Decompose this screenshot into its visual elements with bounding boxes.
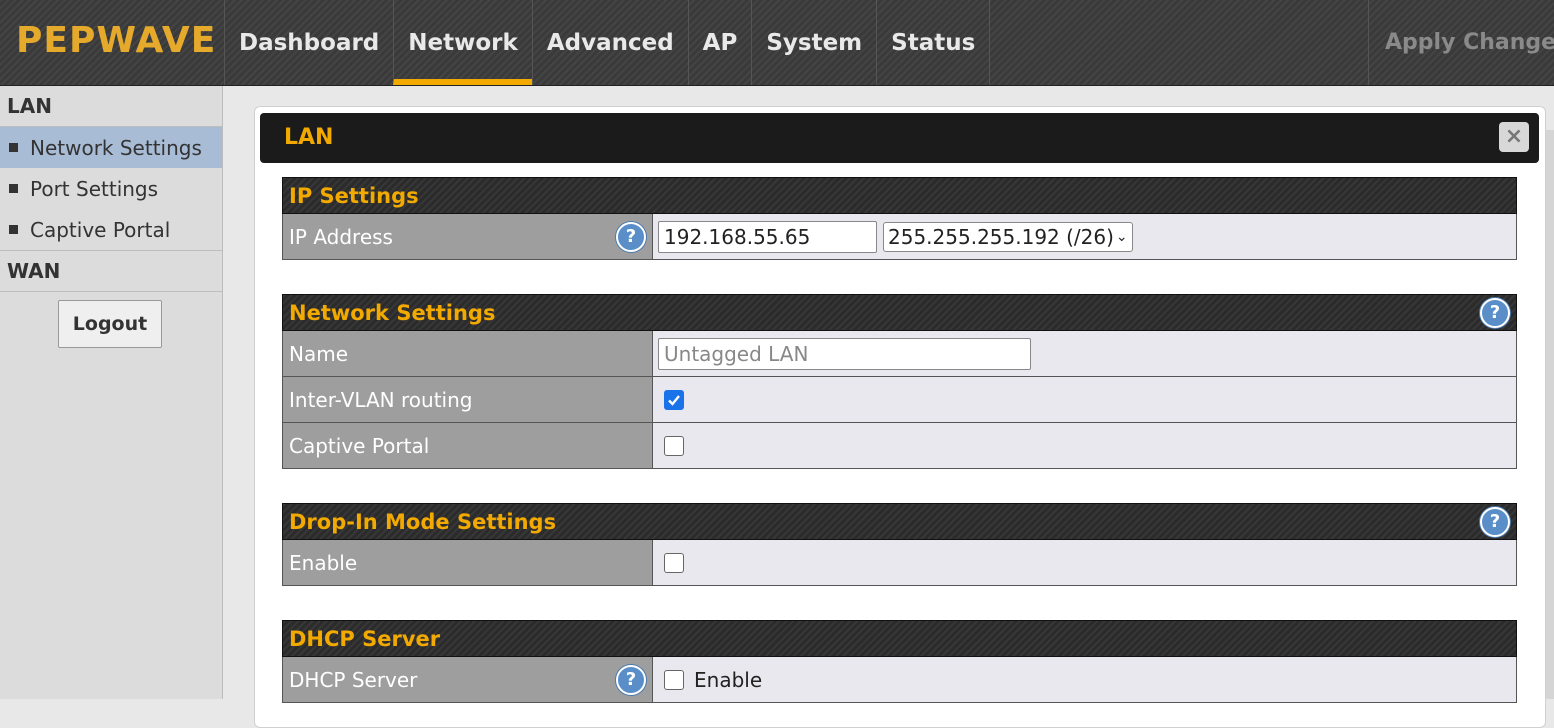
dhcp-server-value: Enable <box>653 657 1516 702</box>
section-heading: Drop-In Mode Settings ? <box>282 503 1517 540</box>
subnet-mask-value: 255.255.255.192 (/26) <box>888 224 1114 249</box>
chevron-down-icon: ⌄ <box>1115 228 1128 245</box>
bullet-icon <box>9 225 18 234</box>
drop-in-enable-row: Enable <box>282 540 1517 586</box>
close-icon[interactable]: × <box>1499 122 1529 152</box>
tab-system[interactable]: System <box>751 0 876 85</box>
sidebar: LAN Network Settings Port Settings Capti… <box>0 86 223 699</box>
inter-vlan-row: Inter-VLAN routing <box>282 377 1517 423</box>
sidebar-lan-items: Network Settings Port Settings Captive P… <box>0 127 222 251</box>
dhcp-server-row: DHCP Server ? Enable <box>282 657 1517 703</box>
drop-in-enable-value <box>653 540 1516 585</box>
checkmark-icon <box>668 394 680 406</box>
ip-address-row: IP Address ? 192.168.55.65 255.255.255.1… <box>282 214 1517 260</box>
network-settings-section: Network Settings ? Name Untagged LAN Int… <box>282 294 1517 469</box>
ip-address-label: IP Address ? <box>283 214 653 259</box>
captive-portal-label: Captive Portal <box>283 423 653 468</box>
help-icon[interactable]: ? <box>616 222 646 252</box>
name-row: Name Untagged LAN <box>282 331 1517 377</box>
tab-network[interactable]: Network <box>393 0 532 85</box>
inter-vlan-label: Inter-VLAN routing <box>283 377 653 422</box>
dhcp-enable-text: Enable <box>694 667 763 692</box>
tab-dashboard[interactable]: Dashboard <box>224 0 393 85</box>
dialog-title: LAN <box>284 125 334 150</box>
captive-portal-checkbox[interactable] <box>664 435 684 456</box>
dhcp-server-section: DHCP Server DHCP Server ? Enable <box>282 620 1517 703</box>
ip-settings-section: IP Settings IP Address ? 192.168.55.65 2… <box>282 177 1517 260</box>
row-label-text: IP Address <box>289 224 393 249</box>
sidebar-item-port-settings[interactable]: Port Settings <box>0 168 222 209</box>
section-heading: IP Settings <box>282 177 1517 214</box>
dhcp-server-label: DHCP Server ? <box>283 657 653 702</box>
pepwave-logo: PEPWAVE <box>16 20 217 61</box>
dialog-title-bar: LAN × <box>260 113 1539 163</box>
main-nav: Dashboard Network Advanced AP System Sta… <box>224 0 991 85</box>
bullet-icon <box>9 143 18 152</box>
name-label: Name <box>283 331 653 376</box>
sidebar-item-network-settings[interactable]: Network Settings <box>0 127 222 168</box>
lan-dialog: LAN × IP Settings IP Address ? 192.168.5… <box>254 106 1546 728</box>
inter-vlan-checkbox[interactable] <box>664 389 684 410</box>
sidebar-section-lan: LAN <box>0 86 222 127</box>
sidebar-section-wan[interactable]: WAN <box>0 251 222 292</box>
logout-button[interactable]: Logout <box>58 300 162 348</box>
sidebar-item-captive-portal[interactable]: Captive Portal <box>0 209 222 250</box>
dhcp-enable-checkbox[interactable] <box>664 669 684 690</box>
drop-in-enable-checkbox[interactable] <box>664 552 684 573</box>
row-label-text: DHCP Server <box>289 667 418 692</box>
ip-address-input[interactable]: 192.168.55.65 <box>658 220 877 253</box>
apply-changes-button[interactable]: Apply Changes <box>1368 0 1554 85</box>
captive-portal-row: Captive Portal <box>282 423 1517 469</box>
drop-in-enable-label: Enable <box>283 540 653 585</box>
name-value: Untagged LAN <box>653 331 1516 376</box>
sidebar-item-label: Captive Portal <box>30 217 171 242</box>
bullet-icon <box>9 184 18 193</box>
tab-ap[interactable]: AP <box>687 0 752 85</box>
help-icon[interactable]: ? <box>1480 298 1510 328</box>
ip-address-value: 192.168.55.65 255.255.255.192 (/26) ⌄ <box>653 214 1516 259</box>
help-icon[interactable]: ? <box>616 665 646 695</box>
section-heading: Network Settings ? <box>282 294 1517 331</box>
captive-portal-value <box>653 423 1516 468</box>
section-heading-text: Drop-In Mode Settings <box>289 510 557 534</box>
section-heading: DHCP Server <box>282 620 1517 657</box>
sidebar-item-label: Network Settings <box>30 135 202 160</box>
help-icon[interactable]: ? <box>1480 507 1510 537</box>
section-heading-text: Network Settings <box>289 301 496 325</box>
inter-vlan-value <box>653 377 1516 422</box>
subnet-mask-select[interactable]: 255.255.255.192 (/26) ⌄ <box>883 221 1133 252</box>
tab-status[interactable]: Status <box>876 0 991 85</box>
name-input[interactable]: Untagged LAN <box>658 337 1031 370</box>
sidebar-item-label: Port Settings <box>30 176 159 201</box>
top-navigation-bar: PEPWAVE Dashboard Network Advanced AP Sy… <box>0 0 1554 86</box>
drop-in-mode-section: Drop-In Mode Settings ? Enable <box>282 503 1517 586</box>
tab-advanced[interactable]: Advanced <box>531 0 688 85</box>
